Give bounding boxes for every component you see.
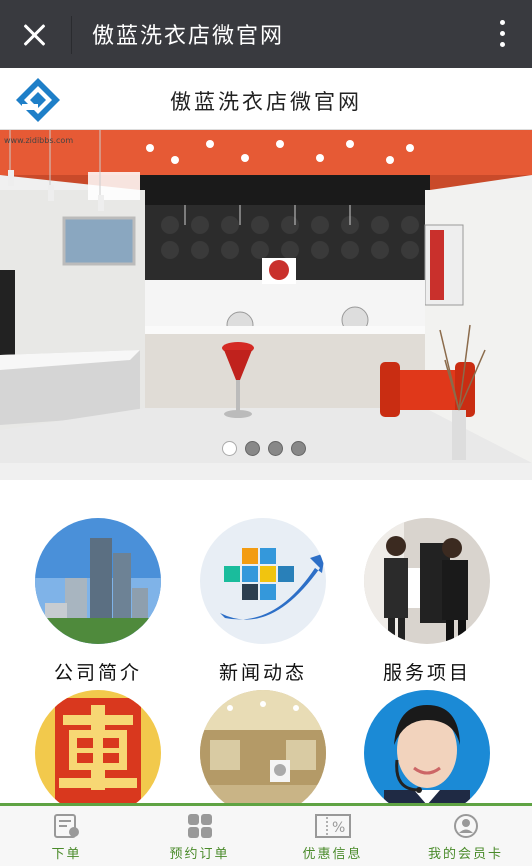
bottom-tab-bar: 下单 预约订单 % 优惠信息 我的会员卡 [0, 803, 532, 866]
laundry-staff-photo-icon [364, 518, 490, 644]
menu-label: 服务项目 [382, 662, 471, 684]
customer-service-photo-icon [364, 690, 490, 816]
wechat-top-bar: 傲蓝洗衣店微官网 [0, 0, 532, 68]
more-options-icon[interactable] [498, 18, 508, 50]
close-icon[interactable] [14, 14, 56, 56]
store-interior-photo-icon [200, 690, 326, 816]
tab-label: 下单 [51, 847, 82, 862]
menu-item-news[interactable]: 新闻动态 [200, 518, 326, 685]
banner-image [0, 130, 532, 463]
site-header: 傲蓝洗衣店微官网 [0, 68, 532, 130]
tab-label: 我的会员卡 [427, 847, 503, 862]
grid-icon [187, 814, 212, 838]
tab-label: 优惠信息 [302, 847, 363, 862]
tab-reservations[interactable]: 预约订单 [133, 806, 266, 866]
site-title: 傲蓝洗衣店微官网 [170, 90, 362, 114]
carousel-dot[interactable] [268, 441, 283, 456]
divider [71, 16, 72, 54]
menu-item-company[interactable]: 公司简介 [35, 518, 161, 685]
tab-label: 预约订单 [169, 847, 230, 862]
tab-member-card[interactable]: 我的会员卡 [399, 806, 532, 866]
carousel-dot[interactable] [222, 441, 237, 456]
hui-sale-photo-icon [35, 690, 161, 816]
order-icon [53, 814, 79, 838]
window-title: 傲蓝洗衣店微官网 [92, 24, 285, 49]
coupon-icon: % [314, 814, 351, 838]
carousel-indicator [222, 441, 306, 457]
carousel-dot[interactable] [291, 441, 306, 456]
carousel-dot[interactable] [245, 441, 260, 456]
member-icon [453, 814, 478, 838]
tab-order[interactable]: 下单 [0, 806, 133, 866]
menu-item-services[interactable]: 服务项目 [364, 518, 490, 685]
watermark: www.zidibbs.com [4, 136, 74, 145]
banner-carousel[interactable]: www.zidibbs.com [0, 130, 532, 463]
menu-label: 公司简介 [53, 662, 142, 684]
buildings-photo-icon [35, 518, 161, 644]
svg-text:%: % [332, 820, 345, 836]
cubes-photo-icon [200, 518, 326, 644]
menu-label: 新闻动态 [218, 662, 307, 684]
tab-promotions[interactable]: % 优惠信息 [266, 806, 399, 866]
